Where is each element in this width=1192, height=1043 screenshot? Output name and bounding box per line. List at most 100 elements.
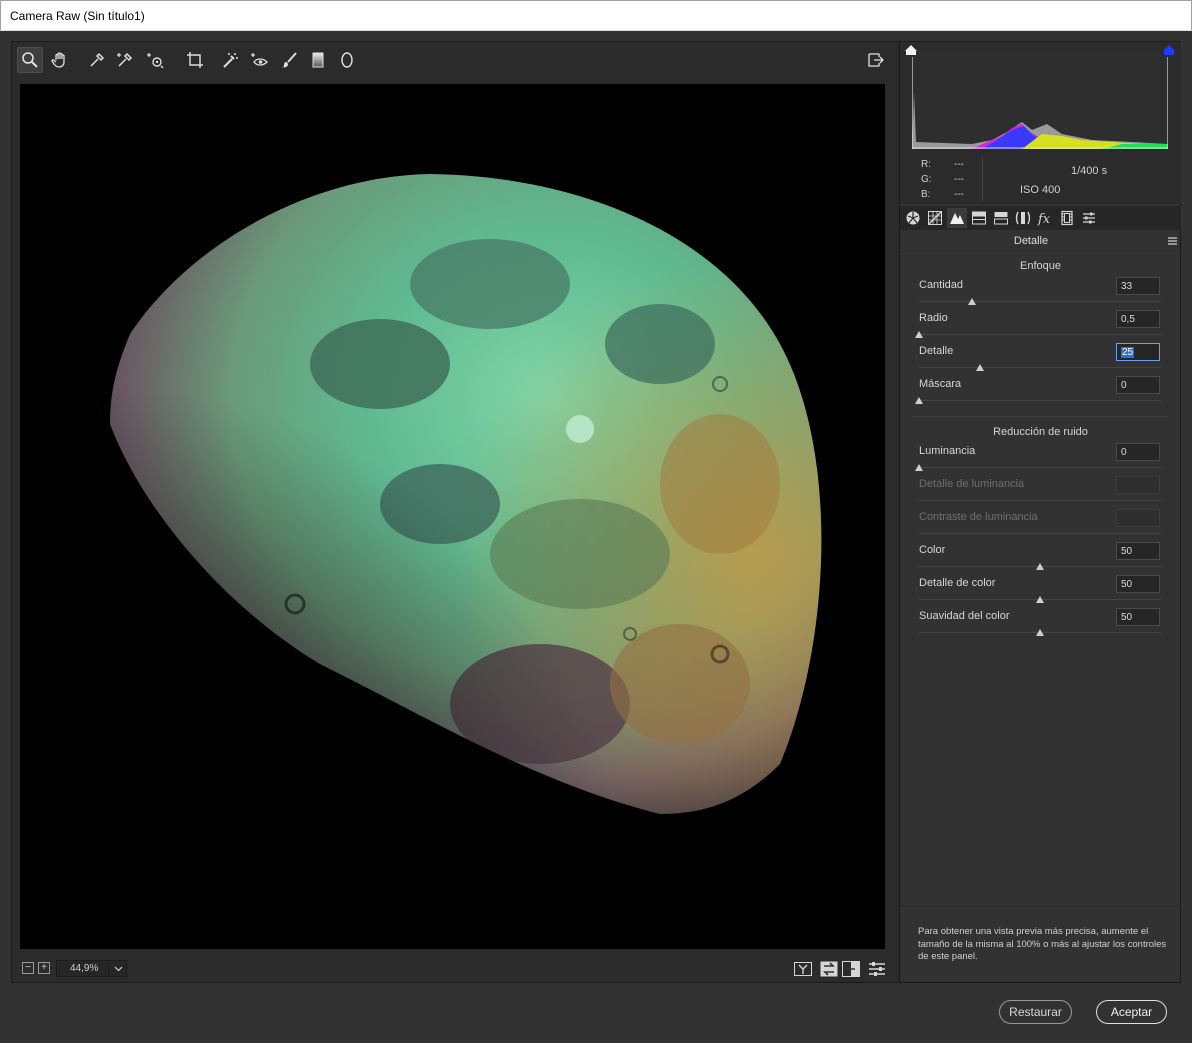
- targeted-adjust-tool-button[interactable]: [142, 47, 168, 73]
- detail-mountains-icon: [950, 213, 964, 224]
- tab-presets[interactable]: [1079, 208, 1099, 228]
- hsl-icon: [972, 211, 986, 225]
- slider-masking-track[interactable]: [919, 400, 1161, 401]
- slider-color-detail-value: 50: [1121, 579, 1133, 590]
- slider-luminance-thumb[interactable]: [915, 464, 923, 471]
- toggle-settings-button[interactable]: [867, 960, 887, 978]
- slider-detail-label: Detalle: [919, 345, 954, 357]
- swap-icon: [820, 961, 838, 977]
- zoom-icon: [22, 52, 38, 68]
- slider-luminance-detail-label: Detalle de luminancia: [919, 478, 1025, 490]
- slider-detail-track[interactable]: [919, 367, 1161, 368]
- tab-basic[interactable]: [903, 208, 923, 228]
- zoom-dropdown-button[interactable]: [108, 960, 127, 977]
- tab-lens-corrections[interactable]: [1013, 208, 1033, 228]
- hand-tool-button[interactable]: [47, 47, 73, 73]
- before-after-views-button[interactable]: [793, 960, 813, 978]
- slider-luminance-contrast: Contraste de luminancia: [919, 509, 1161, 541]
- slider-color-smoothness-thumb[interactable]: [1036, 629, 1044, 636]
- film-strip-icon: [1061, 210, 1073, 226]
- slider-masking-thumb[interactable]: [915, 397, 923, 404]
- slider-luminance-input[interactable]: 0: [1116, 443, 1160, 461]
- graduated-filter-tool-button[interactable]: [305, 47, 331, 73]
- preferences-button[interactable]: [862, 47, 888, 73]
- highlight-clipping-icon[interactable]: [1162, 44, 1176, 56]
- slider-radius-thumb[interactable]: [915, 331, 923, 338]
- tab-effects[interactable]: fx: [1035, 208, 1055, 228]
- color-sampler-tool-button[interactable]: [112, 47, 138, 73]
- chevron-down-icon: [114, 966, 122, 971]
- slider-detail: Detalle 25: [919, 343, 1161, 375]
- slider-color-value: 50: [1121, 546, 1133, 557]
- histogram-divider: [982, 157, 983, 201]
- slider-luminance-value: 0: [1121, 447, 1127, 458]
- b-value: ---: [954, 189, 964, 200]
- slider-color-detail-thumb[interactable]: [1036, 596, 1044, 603]
- zoom-in-button[interactable]: +: [38, 962, 50, 974]
- copy-arrow-icon: [842, 961, 860, 977]
- slider-amount-thumb[interactable]: [968, 298, 977, 305]
- tab-camera-calibration[interactable]: [1057, 208, 1077, 228]
- toolbar: [12, 42, 893, 76]
- slider-luminance-track[interactable]: [919, 467, 1161, 468]
- brush-icon: [282, 52, 297, 68]
- window-title: Camera Raw (Sin título1): [10, 9, 145, 23]
- window-titlebar: Camera Raw (Sin título1): [0, 0, 1192, 31]
- histogram-graph: [911, 57, 1169, 149]
- slider-detail-input[interactable]: 25: [1116, 343, 1160, 361]
- slider-amount-track[interactable]: [919, 301, 1161, 302]
- tab-tone-curve[interactable]: [925, 208, 945, 228]
- slider-masking-input[interactable]: 0: [1116, 376, 1160, 394]
- slider-color-smoothness-input[interactable]: 50: [1116, 608, 1160, 626]
- swap-settings-button[interactable]: [819, 960, 839, 978]
- accept-button[interactable]: Aceptar: [1096, 1000, 1167, 1024]
- slider-color-label: Color: [919, 544, 946, 556]
- shutter-speed: 1/400 s: [1071, 165, 1108, 177]
- open-preferences-icon: [868, 53, 884, 67]
- note-divider: [900, 906, 1181, 907]
- spot-removal-tool-button[interactable]: [217, 47, 243, 73]
- red-eye-icon: [251, 53, 268, 66]
- slider-amount-input[interactable]: 33: [1116, 277, 1160, 295]
- tab-detail[interactable]: [947, 208, 967, 228]
- slider-color-detail-input[interactable]: 50: [1116, 575, 1160, 593]
- slider-radius-value: 0,5: [1121, 314, 1135, 325]
- panel-header: Detalle: [900, 230, 1181, 252]
- slider-color-input[interactable]: 50: [1116, 542, 1160, 560]
- adjustment-brush-tool-button[interactable]: [276, 47, 302, 73]
- g-value: ---: [954, 174, 964, 185]
- color-sampler-icon: [117, 52, 133, 67]
- slider-detail-thumb[interactable]: [975, 364, 984, 371]
- sharpening-section-title: Enfoque: [1020, 260, 1061, 272]
- radial-filter-tool-button[interactable]: [334, 47, 360, 73]
- split-toning-icon: [994, 212, 1008, 225]
- slider-radius-label: Radio: [919, 312, 948, 324]
- shadow-clipping-icon[interactable]: [904, 44, 918, 56]
- slider-color-thumb[interactable]: [1036, 563, 1044, 570]
- copy-settings-button[interactable]: [841, 960, 861, 978]
- slider-amount-label: Cantidad: [919, 279, 964, 291]
- slider-color-smoothness: Suavidad del color 50: [919, 608, 1161, 640]
- panel-menu-icon[interactable]: [1168, 237, 1177, 245]
- white-balance-tool-button[interactable]: [84, 47, 110, 73]
- tab-hsl[interactable]: [969, 208, 989, 228]
- zoom-out-button[interactable]: −: [22, 962, 34, 974]
- tab-split-toning[interactable]: [991, 208, 1011, 228]
- panel-tabs: fx: [900, 206, 1181, 230]
- aperture-icon: [906, 211, 920, 225]
- slider-radius-track[interactable]: [919, 334, 1161, 335]
- slider-masking-label: Máscara: [919, 378, 962, 390]
- zoom-level-value: 44,9%: [70, 963, 99, 974]
- moon-image: [110, 174, 822, 814]
- image-preview[interactable]: [20, 84, 885, 949]
- zoom-tool-button[interactable]: [17, 47, 43, 73]
- slider-luminance-label: Luminancia: [919, 445, 976, 457]
- restore-button[interactable]: Restaurar: [999, 1000, 1072, 1024]
- slider-masking-value: 0: [1121, 380, 1127, 391]
- red-eye-tool-button[interactable]: [246, 47, 272, 73]
- slider-color-detail: Detalle de color 50: [919, 575, 1161, 607]
- slider-radius-input[interactable]: 0,5: [1116, 310, 1160, 328]
- slider-color-smoothness-label: Suavidad del color: [919, 610, 1010, 622]
- g-label: G:: [921, 174, 932, 185]
- crop-tool-button[interactable]: [182, 47, 208, 73]
